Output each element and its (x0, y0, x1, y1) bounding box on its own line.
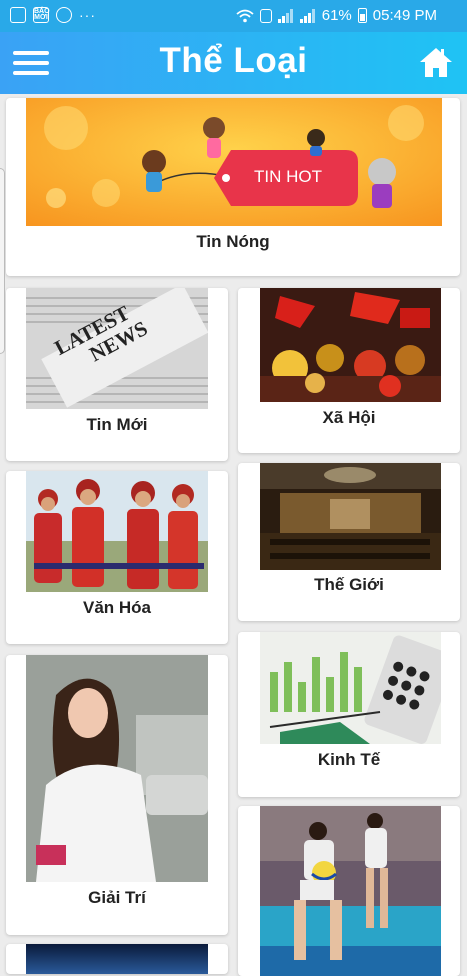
category-label: Kinh Tế (317, 750, 381, 769)
category-card-the-gioi[interactable]: Thế Giới (238, 463, 460, 621)
bao-moi-app-icon: BÁO MỚI (33, 7, 50, 23)
category-label: Xã Hội (322, 408, 376, 427)
category-card-partial[interactable] (6, 944, 228, 974)
signal-icon-2 (299, 8, 316, 23)
category-label: Giải Trí (88, 888, 146, 907)
sim-icon (259, 8, 272, 23)
signal-icon-1 (277, 8, 294, 23)
category-card-giai-tri[interactable]: Giải Trí (6, 655, 228, 935)
wifi-icon (236, 9, 254, 22)
status-bar: BÁO MỚI ··· 61% 05:49 PM (0, 0, 467, 32)
volleyball-image (260, 806, 441, 976)
category-card-tin-moi[interactable]: LATEST NEWS Tin Mới (6, 288, 228, 461)
category-card-xa-hoi[interactable]: Xã Hội (238, 288, 460, 453)
category-label: Tin Nóng (196, 232, 270, 251)
category-card-tin-nong[interactable]: TIN HOT Tin Nóng (6, 98, 460, 276)
home-icon[interactable] (419, 46, 453, 78)
kinh-te-image (260, 632, 441, 744)
page-title: Thể Loại (159, 41, 308, 80)
messenger-icon (56, 7, 72, 23)
battery-percent: 61% (321, 7, 352, 24)
app-header: Thể Loại (0, 32, 467, 94)
gallery-icon (10, 7, 26, 23)
more-notifications-icon: ··· (79, 7, 96, 23)
tin-hot-banner-image: TIN HOT (26, 98, 442, 226)
latest-news-image: LATEST NEWS (26, 288, 208, 409)
category-card-the-thao[interactable] (238, 806, 460, 976)
category-card-kinh-te[interactable]: Kinh Tế (238, 632, 460, 797)
xa-hoi-image (260, 288, 441, 402)
clock: 05:49 PM (372, 7, 437, 24)
the-gioi-image (260, 463, 441, 570)
tin-hot-banner-text: TIN HOT (254, 167, 322, 186)
category-label: Văn Hóa (82, 598, 152, 617)
category-card-van-hoa[interactable]: Văn Hóa (6, 471, 228, 644)
edge-panel-handle[interactable] (0, 168, 5, 354)
giai-tri-image (26, 655, 208, 882)
category-label: Tin Mới (86, 415, 148, 434)
partial-card-image (26, 944, 208, 974)
battery-icon (357, 8, 367, 23)
category-label: Thế Giới (314, 575, 384, 594)
van-hoa-image (26, 471, 208, 592)
